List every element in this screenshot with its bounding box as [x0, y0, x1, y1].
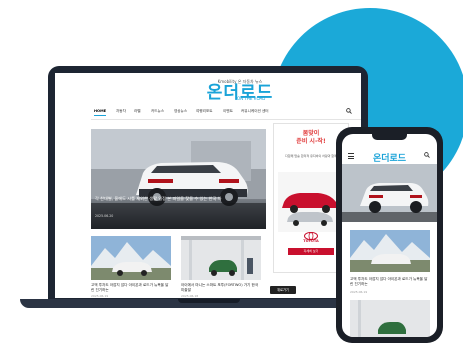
main-nav: HOME 자동차 라펠 카드뉴스 영상뉴스 여행리포트 이벤트 커뮤니케이션 센…	[91, 105, 361, 120]
nav-item-travel[interactable]: 여행리포트	[196, 109, 213, 114]
site-logo-sub: ON THE ROAD	[237, 96, 266, 101]
phone-card-date: 2025.06.19	[350, 290, 368, 294]
mountain-car-image	[91, 236, 171, 280]
phone-card-image[interactable]	[350, 230, 430, 272]
phone-card-title[interactable]: 고액 투자도 아깝지 않다 아이온과 로드가 뉴욕을 달린 진기하는	[350, 277, 430, 287]
laptop-screen: Kmobility 온 자동차 뉴스 온더로드 ON THE ROAD HOME…	[55, 73, 361, 298]
nav-item-event[interactable]: 이벤트	[223, 109, 233, 114]
nav-item-cardnews[interactable]: 카드뉴스	[151, 109, 164, 114]
article-card-image[interactable]	[91, 236, 171, 280]
search-icon[interactable]	[424, 152, 430, 158]
phone-notch	[372, 134, 407, 140]
phone-card-image-2[interactable]	[350, 300, 430, 337]
article-card-title[interactable]: 고액 투자도 아깝지 않다 아이온과 로드가 뉴욕을 달린 진기하는	[91, 283, 171, 293]
hero-article[interactable]: 각 찬대별, 울에도 시를 제외한 생활 일정 본 파일을 찾을 수 있는 한국…	[91, 129, 266, 229]
factory-car-image	[181, 236, 261, 280]
nav-item-video[interactable]: 영상뉴스	[174, 109, 187, 114]
article-card-date: 2025.06.18	[181, 294, 199, 298]
nav-item-car[interactable]: 자동차	[116, 109, 126, 114]
ad-cars-image	[278, 172, 344, 232]
nav-item-home[interactable]: HOME	[94, 109, 107, 116]
article-card-date: 2025.06.19	[91, 294, 109, 298]
phone-hero-image[interactable]	[342, 164, 437, 222]
search-icon[interactable]	[346, 108, 352, 114]
article-card-image[interactable]	[181, 236, 261, 280]
hero-car-image	[91, 129, 266, 229]
hero-date: 2025.06.20	[95, 214, 114, 218]
ad-body: 다함께 탑승 합리적 유지비의 차량과 함께	[285, 154, 337, 158]
article-card-title[interactable]: 아이에서 마니는 스마트 포투(FORTWO) 가기 한국 미출발	[181, 283, 261, 293]
phone-screen: 온더로드 고액 투자도 아깝지 않다 아이온과 로드가 뉴욕을 달린 진기하는 …	[342, 134, 437, 337]
nav-item-community[interactable]: 커뮤니케이션 센터	[241, 109, 269, 114]
laptop-base-notch	[178, 299, 240, 303]
back-to-top-button[interactable]: 위로가기	[270, 286, 296, 294]
phone-site-logo[interactable]: 온더로드	[342, 151, 437, 164]
hero-caption[interactable]: 각 찬대별, 울에도 시를 제외한 생활 일정 본 파일을 찾을 수 있는 한국…	[95, 196, 255, 202]
ad-cta-button[interactable]: 자세히 보기	[288, 248, 334, 255]
nav-item-rapel[interactable]: 라펠	[134, 109, 141, 114]
